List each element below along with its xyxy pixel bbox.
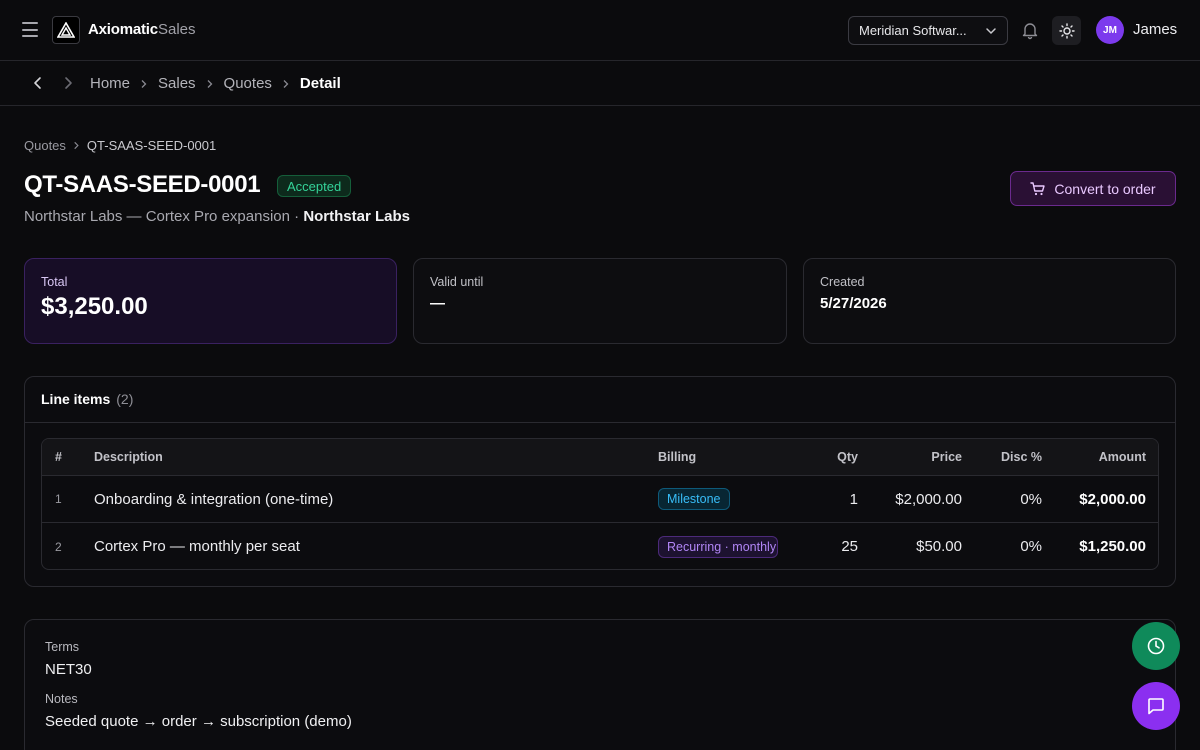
navigation-bar: Home Sales Quotes Detail: [0, 61, 1200, 106]
row-discount: 0%: [1020, 490, 1042, 508]
brand-name: Axiomatic: [88, 21, 158, 38]
total-card: Total $3,250.00: [24, 258, 397, 344]
breadcrumb-detail: Detail: [299, 75, 341, 92]
terms-panel: Terms NET30 Notes Seeded quote → order →…: [24, 619, 1176, 750]
breadcrumb-home[interactable]: Home: [90, 75, 130, 92]
theme-toggle-button[interactable]: [1052, 16, 1081, 45]
line-items-panel: Line items (2) # Description Billing Qty …: [24, 376, 1176, 587]
menu-icon[interactable]: [22, 22, 38, 37]
total-label: Total: [41, 275, 68, 289]
billing-cell: Recurring · monthly: [658, 523, 778, 569]
user-name[interactable]: James: [1133, 21, 1177, 38]
row-number: 2: [55, 539, 62, 554]
back-chevron-icon[interactable]: [30, 75, 46, 91]
page-breadcrumb: Quotes QT-SAAS-SEED-0001: [24, 138, 216, 153]
page-breadcrumb-quotes[interactable]: Quotes: [24, 138, 66, 153]
organization-select-value: Meridian Softwar...: [859, 23, 967, 38]
subtitle-separator: ·: [289, 208, 304, 225]
page-subtitle: Northstar Labs — Cortex Pro expansion · …: [24, 208, 410, 225]
valid-until-label: Valid until: [430, 275, 484, 289]
line-items-title: Line items: [41, 391, 111, 407]
status-badge: Accepted: [277, 175, 352, 197]
row-price: $2,000.00: [895, 490, 962, 508]
breadcrumb-quotes[interactable]: Quotes: [224, 75, 272, 92]
brand-logo[interactable]: [52, 16, 80, 44]
row-amount: $2,000.00: [1079, 490, 1146, 508]
valid-until-value: —: [430, 295, 445, 312]
convert-to-order-label: Convert to order: [1054, 180, 1156, 197]
table-row[interactable]: 2 Cortex Pro — monthly per seat Recurrin…: [42, 523, 1158, 569]
row-qty: 1: [849, 490, 858, 508]
breadcrumb-sales[interactable]: Sales: [158, 75, 196, 92]
row-description: Onboarding & integration (one-time): [94, 490, 334, 508]
brand-module: Sales: [158, 21, 196, 38]
column-header-amount: Amount: [1098, 450, 1146, 464]
customer-name: Northstar Labs: [303, 208, 410, 225]
line-items-table: # Description Billing Qty Price Disc % A…: [41, 438, 1159, 570]
column-header-description: Description: [94, 450, 163, 464]
notes-value: Seeded quote → order → subscription (dem…: [45, 713, 352, 730]
column-header-discount: Disc %: [1001, 450, 1042, 464]
avatar[interactable]: JM: [1096, 16, 1124, 44]
top-bar: Axiomatic Sales Meridian Softwar... JM J…: [0, 0, 1200, 61]
chevron-right-icon: [279, 77, 293, 91]
column-header-price: Price: [931, 450, 962, 464]
row-amount: $1,250.00: [1079, 538, 1146, 555]
valid-until-card: Valid until —: [413, 258, 787, 344]
forward-chevron-icon[interactable]: [60, 75, 76, 91]
billing-cell: Milestone: [658, 476, 730, 522]
line-items-count: (2): [116, 391, 134, 407]
column-header-number: #: [55, 450, 62, 464]
row-discount: 0%: [1020, 538, 1042, 555]
column-header-billing: Billing: [658, 450, 697, 464]
page-title: QT-SAAS-SEED-0001: [24, 171, 261, 198]
terms-value: NET30: [45, 661, 92, 678]
convert-to-order-button[interactable]: Convert to order: [1010, 171, 1176, 206]
chat-bubble-icon: [1148, 698, 1164, 715]
table-header: # Description Billing Qty Price Disc % A…: [42, 439, 1158, 476]
quote-description: Northstar Labs — Cortex Pro expansion: [24, 208, 290, 225]
logo-triangle-icon: [57, 22, 75, 38]
chevron-down-icon: [986, 27, 996, 34]
organization-select[interactable]: Meridian Softwar...: [848, 16, 1008, 45]
notifications-bell-icon[interactable]: [1020, 20, 1040, 40]
chevron-right-icon: [72, 141, 81, 150]
row-number: 1: [55, 492, 62, 506]
clock-icon: [1147, 637, 1165, 655]
row-description: Cortex Pro — monthly per seat: [94, 538, 300, 555]
total-value: $3,250.00: [41, 293, 148, 320]
history-button[interactable]: [1132, 622, 1180, 670]
notes-label: Notes: [45, 692, 78, 706]
page-breadcrumb-current: QT-SAAS-SEED-0001: [86, 138, 217, 153]
line-items-header: Line items (2): [25, 377, 1175, 423]
chevron-right-icon: [137, 77, 151, 91]
column-header-qty: Qty: [837, 450, 858, 464]
row-price: $50.00: [916, 538, 962, 555]
created-label: Created: [820, 275, 865, 289]
chat-button[interactable]: [1132, 682, 1180, 730]
table-row[interactable]: 1 Onboarding & integration (one-time) Mi…: [42, 476, 1158, 523]
row-qty: 25: [841, 538, 858, 555]
terms-label: Terms: [45, 640, 80, 654]
billing-badge: Milestone: [658, 488, 730, 510]
created-value: 5/27/2026: [820, 295, 887, 312]
created-card: Created 5/27/2026: [803, 258, 1176, 344]
sun-icon: [1058, 22, 1075, 39]
billing-badge: Recurring · monthly: [658, 535, 778, 558]
breadcrumb: Home Sales Quotes Detail: [90, 75, 341, 92]
chevron-right-icon: [203, 77, 217, 91]
cart-icon: [1030, 181, 1046, 195]
